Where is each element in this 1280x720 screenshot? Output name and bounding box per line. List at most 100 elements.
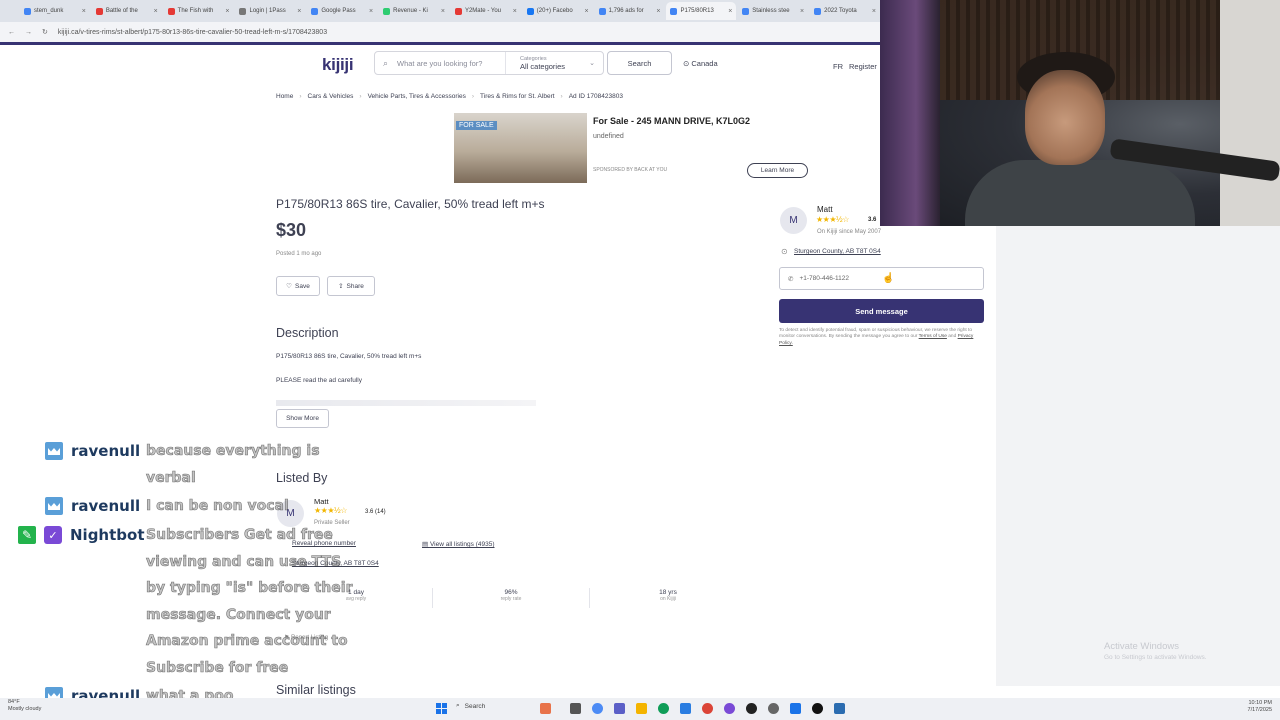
register-link[interactable]: Register <box>849 62 877 71</box>
chrome-icon[interactable] <box>702 703 713 714</box>
taskbar-app-icon[interactable] <box>592 703 603 714</box>
windows-start-icon[interactable] <box>436 703 447 714</box>
browser-tab[interactable]: Battle of the × <box>92 2 162 20</box>
phone-button[interactable]: ✆ +1-780-446-1122 ☝ <box>779 267 984 290</box>
seller-name[interactable]: Matt <box>817 205 833 214</box>
browser-tab[interactable]: Stainless stee × <box>738 2 808 20</box>
share-button[interactable]: ⇪ Share <box>327 276 375 296</box>
browser-tab[interactable]: stem_dunk × <box>20 2 90 20</box>
browser-tab[interactable]: The Fish with × <box>164 2 234 20</box>
weather-desc: Mostly cloudy <box>8 705 42 712</box>
folder-icon[interactable] <box>636 703 647 714</box>
seller-address-link[interactable]: Sturgeon County, AB T8T 0S4 <box>794 248 881 255</box>
tab-close-icon[interactable]: × <box>585 8 589 15</box>
chat-user: ravenull <box>45 497 140 515</box>
tab-label: Revenue - Ki <box>393 8 428 14</box>
taskbar-app-icon[interactable] <box>834 703 845 714</box>
browser-tab[interactable]: Revenue - Ki × <box>379 2 449 20</box>
breadcrumb-item[interactable]: Cars & Vehicles <box>308 93 354 100</box>
browser-tab[interactable]: Login | 1Pass × <box>235 2 305 20</box>
search-icon: ⌕ <box>456 702 460 709</box>
reload-icon[interactable]: ↻ <box>42 28 48 36</box>
tab-close-icon[interactable]: × <box>369 8 373 15</box>
taskbar-app-icon[interactable] <box>724 703 735 714</box>
chat-message: because everything is verbal <box>146 443 320 486</box>
tab-close-icon[interactable]: × <box>82 8 86 15</box>
search-icon: ⌕ <box>383 58 389 68</box>
location-selector[interactable]: ⊙ Canada <box>683 59 718 68</box>
posted-date: Posted 1 mo ago <box>276 251 322 257</box>
browser-tab[interactable]: Y2Mate - You × <box>451 2 521 20</box>
browser-tab[interactable]: 1,796 ads for × <box>595 2 665 20</box>
seller-avatar[interactable]: M <box>780 207 807 234</box>
breadcrumb-item[interactable]: Vehicle Parts, Tires & Accessories <box>368 93 466 100</box>
tab-close-icon[interactable]: × <box>800 8 804 15</box>
category-select[interactable]: Categories All categories <box>505 52 565 74</box>
tab-label: P175/80R13 <box>680 8 714 14</box>
cam-wall <box>880 0 940 226</box>
breadcrumb-item[interactable]: Tires & Rims for St. Albert <box>480 93 555 100</box>
system-tray[interactable]: 10:10 PM 7/17/2025 <box>1248 700 1272 714</box>
ad-image[interactable]: FOR SALE <box>454 113 587 183</box>
tab-favicon-icon <box>598 7 606 15</box>
save-button[interactable]: ♡ Save <box>276 276 320 296</box>
edge-icon[interactable] <box>658 703 669 714</box>
chat-username: Nightbot <box>70 526 145 544</box>
listing-price: $30 <box>276 220 307 240</box>
taskbar-search[interactable]: ⌕ Search <box>456 702 485 710</box>
kijiji-logo[interactable]: kijiji <box>322 55 354 75</box>
search-input[interactable]: What are you looking for? <box>375 59 505 68</box>
media-player-icon[interactable] <box>812 703 823 714</box>
back-icon[interactable]: ← <box>8 29 15 36</box>
phone-number: +1-780-446-1122 <box>799 275 850 282</box>
listing-title: P175/80R13 86S tire, Cavalier, 50% tread… <box>276 197 545 211</box>
language-toggle[interactable]: FR <box>833 62 843 71</box>
taskbar-app-icon[interactable] <box>540 703 551 714</box>
taskbar-app-icon[interactable] <box>614 703 625 714</box>
breadcrumb-item[interactable]: Home <box>276 93 293 100</box>
tab-favicon-icon <box>311 7 319 15</box>
browser-tab[interactable]: 2022 Toyota × <box>810 2 880 20</box>
browser-tab[interactable]: Google Pass × <box>307 2 377 20</box>
show-more-button[interactable]: Show More <box>276 409 329 428</box>
taskbar-app-icon[interactable] <box>790 703 801 714</box>
browser-tab[interactable]: P175/80R13 × <box>666 2 737 20</box>
tab-close-icon[interactable]: × <box>728 8 732 15</box>
tab-close-icon[interactable]: × <box>154 8 158 15</box>
obs-icon[interactable] <box>746 703 757 714</box>
forward-icon[interactable]: → <box>25 29 32 36</box>
description-line: P175/80R13 86S tire, Cavalier, 50% tread… <box>276 353 422 360</box>
tab-close-icon[interactable]: × <box>441 8 445 15</box>
category-value: All categories <box>520 61 566 71</box>
terms-link[interactable]: Terms of Use <box>919 334 947 339</box>
tab-label: stem_dunk <box>34 8 64 14</box>
description-line: PLEASE read the ad carefully <box>276 377 362 384</box>
send-message-button[interactable]: Send message <box>779 299 984 323</box>
tab-close-icon[interactable]: × <box>513 8 517 15</box>
cam-person-body <box>965 160 1195 226</box>
breadcrumb-ad-id: Ad ID 1708423803 <box>568 93 623 100</box>
mouse-cursor-icon: ☝ <box>882 273 895 284</box>
learn-more-button[interactable]: Learn More <box>747 163 808 178</box>
weather-widget[interactable]: 84°F Mostly cloudy <box>8 699 41 712</box>
url-text[interactable]: kijiji.ca/v-tires-rims/st-albert/p175-80… <box>58 29 327 36</box>
address-bar[interactable]: ← → ↻ kijiji.ca/v-tires-rims/st-albert/p… <box>0 22 880 42</box>
ad-title[interactable]: For Sale - 245 MANN DRIVE, K7L0G2 <box>593 116 750 126</box>
taskbar-app-icon[interactable] <box>570 703 581 714</box>
search-bar[interactable]: ⌕ What are you looking for? Categories A… <box>374 51 604 75</box>
tab-close-icon[interactable]: × <box>297 8 301 15</box>
tab-close-icon[interactable]: × <box>225 8 229 15</box>
search-button[interactable]: Search <box>607 51 672 75</box>
settings-icon[interactable] <box>768 703 779 714</box>
windows-taskbar: 84°F Mostly cloudy ⌕ Search 10:10 PM 7/17/2… <box>0 698 1280 720</box>
stat-label: on Kijiji <box>660 596 676 602</box>
browser-tab[interactable]: (20+) Facebo × <box>523 2 593 20</box>
tab-close-icon[interactable]: × <box>872 8 876 15</box>
view-listings-link[interactable]: ▤ View all listings (4935) <box>422 540 495 548</box>
tab-close-icon[interactable]: × <box>656 8 660 15</box>
breadcrumb: Home › Cars & Vehicles › Vehicle Parts, Ti… <box>276 93 623 100</box>
chat-message: Subscribers Get ad free viewing and can … <box>146 527 353 676</box>
tab-favicon-icon <box>24 7 31 15</box>
seller-since: On Kijiji since May 2007 <box>817 229 882 235</box>
taskbar-app-icon[interactable] <box>680 703 691 714</box>
